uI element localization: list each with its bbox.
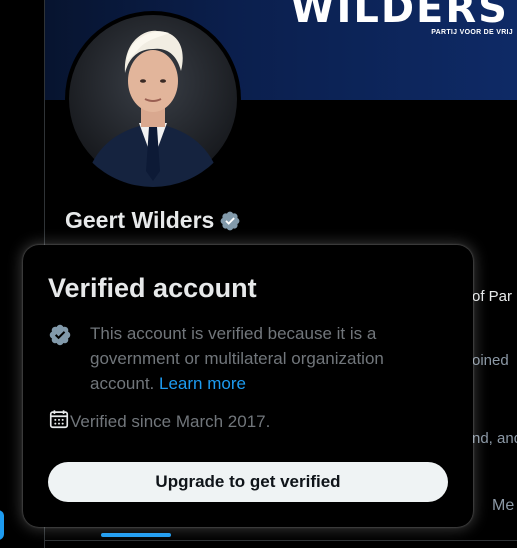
- background-bio-fragment: of Par: [472, 288, 513, 305]
- tab-media-partial[interactable]: Me: [492, 497, 514, 515]
- verified-since-row: Verified since March 2017.: [48, 408, 448, 435]
- background-joined-fragment: oined: [472, 352, 509, 369]
- profile-name-text: Geert Wilders: [65, 207, 215, 233]
- upgrade-to-verified-button[interactable]: Upgrade to get verified: [48, 462, 448, 502]
- verified-account-popover: Verified account This account is verifie…: [23, 245, 473, 527]
- banner-logo-text: WILDERS: [290, 0, 509, 32]
- nav-active-indicator[interactable]: [0, 510, 4, 540]
- learn-more-link[interactable]: Learn more: [159, 374, 246, 393]
- active-tab-indicator: [101, 533, 171, 537]
- profile-name: Geert Wilders: [65, 207, 241, 234]
- background-followers-fragment: nd, and: [472, 430, 517, 447]
- verified-badge-icon[interactable]: [219, 210, 241, 232]
- calendar-icon: [49, 410, 69, 429]
- tab-divider: [45, 540, 517, 541]
- verified-since-text: Verified since March 2017.: [70, 411, 271, 431]
- verified-badge-icon: [49, 324, 71, 346]
- avatar-portrait: [69, 15, 237, 187]
- verification-reason-row: This account is verified because it is a…: [48, 321, 448, 396]
- banner-subtitle: PARTIJ VOOR DE VRIJ: [431, 29, 513, 36]
- verification-description: This account is verified because it is a…: [90, 321, 435, 396]
- popover-title: Verified account: [48, 273, 257, 303]
- profile-avatar[interactable]: [65, 11, 241, 187]
